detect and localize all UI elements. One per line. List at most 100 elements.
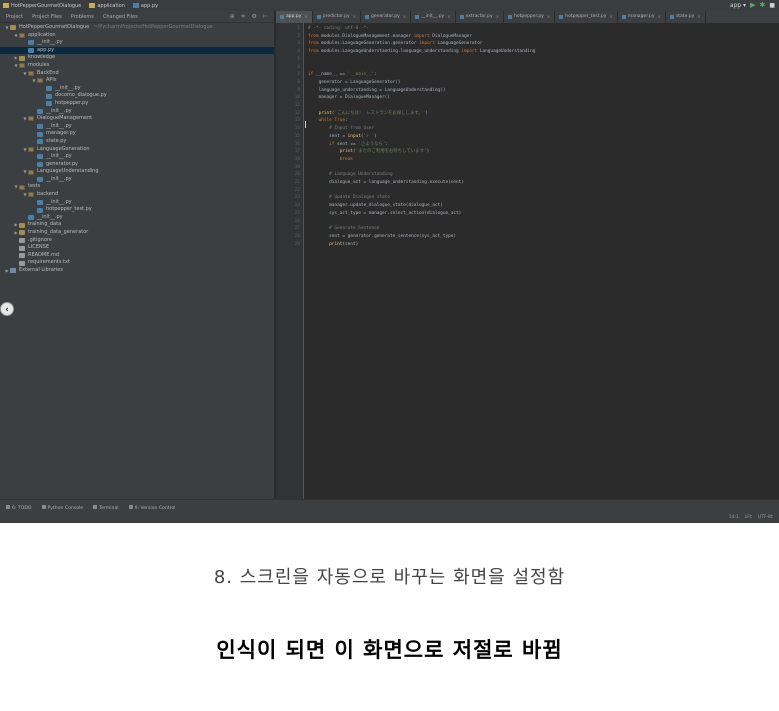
code-line[interactable]: 25 sys_act_type = manager.select_action(… xyxy=(295,210,774,218)
code-line[interactable]: 4 from modules.LanguageUnderstanding.lang… xyxy=(297,48,774,56)
tree-item[interactable]: ▶ External Libraries xyxy=(0,267,274,275)
close-icon[interactable]: × xyxy=(609,11,612,23)
code-area[interactable]: 1 # -*- coding: utf-8 -*- 2 from modules.Di… xyxy=(295,23,779,499)
tree-item[interactable]: state.py xyxy=(0,138,274,146)
tab-project-files[interactable]: Project Files xyxy=(32,14,62,20)
code-line[interactable]: 7 if __name__ == '__main__': xyxy=(297,71,774,79)
editor-tab[interactable]: __init__.py × xyxy=(411,11,456,23)
editor-tab[interactable]: hotpepper_test.py × xyxy=(555,11,618,23)
editor-tab[interactable]: app.py × xyxy=(276,11,313,23)
code-line[interactable]: 19 xyxy=(295,164,774,172)
code-line[interactable]: 5 xyxy=(297,56,774,64)
code-line[interactable]: 10 manager = DialogueManager() xyxy=(295,94,774,102)
code-line[interactable]: 8 generator = LanguageGenerator() xyxy=(297,79,774,87)
bug-icon[interactable]: ✱ xyxy=(759,1,765,9)
run-config-select[interactable]: app ▾ xyxy=(730,2,746,9)
tree-item[interactable]: ▼ HotPepperGourmetDialogue ~/PycharmProjec… xyxy=(0,24,274,32)
close-icon[interactable]: × xyxy=(304,11,307,23)
code-line[interactable]: 20 # Language Understanding xyxy=(295,171,774,179)
tree-item[interactable]: ▶ training_data_generator xyxy=(0,229,274,237)
code-line[interactable]: 21 dialogue_act = language_understanding… xyxy=(295,179,774,187)
close-icon[interactable]: × xyxy=(658,11,661,23)
tree-item[interactable]: ▼ BackEnd xyxy=(0,70,274,78)
editor-tab[interactable]: manager.py × xyxy=(618,11,666,23)
tab-project[interactable]: Project xyxy=(6,14,23,20)
code-line[interactable]: 1 # -*- coding: utf-8 -*- xyxy=(297,25,774,33)
tree-item[interactable]: app.py xyxy=(0,46,274,55)
editor-tab[interactable]: extractor.py × xyxy=(456,11,505,23)
editor-tab[interactable]: generator.py × xyxy=(361,11,412,23)
code-line[interactable]: 15 sent = input('> ') xyxy=(295,133,774,141)
code-line[interactable]: 3 from modules.LanguageGeneration.generat… xyxy=(297,40,774,48)
tree-item[interactable]: ▼ modules xyxy=(0,62,274,70)
code-line[interactable]: 26 xyxy=(295,218,774,226)
code-line[interactable]: 24 manager.update_dialogue_state(dialogu… xyxy=(295,202,774,210)
code-line[interactable]: 2 from modules.DialogueManagement.manager… xyxy=(297,33,774,41)
stop-icon[interactable]: ■ xyxy=(769,2,775,9)
tree-item[interactable]: .gitignore xyxy=(0,237,274,245)
tree-item[interactable]: ▼ backend xyxy=(0,191,274,199)
tree-item[interactable]: __init__.py xyxy=(0,123,274,131)
python-console-tool-button[interactable]: Python Console xyxy=(41,505,83,511)
tree-item[interactable]: ▼ APIs xyxy=(0,77,274,85)
code-line[interactable]: 17 print('またのご利用をお待ちしています') xyxy=(295,148,774,156)
code-line[interactable]: 12 print('こんにちは！ レストランをお探しします。') xyxy=(295,110,774,118)
file-encoding[interactable]: UTF-8‡ xyxy=(758,515,773,520)
tree-item[interactable]: __init__.py xyxy=(0,108,274,116)
tree-item[interactable]: requirements.txt xyxy=(0,259,274,267)
tree-item[interactable]: __init__.py xyxy=(0,85,274,93)
code-line[interactable]: 11 xyxy=(295,102,774,110)
tree-item[interactable]: __init__.py xyxy=(0,199,274,207)
close-icon[interactable]: × xyxy=(447,11,450,23)
cursor-position[interactable]: 14:1 xyxy=(729,515,739,520)
tree-item[interactable]: docomo_dialogue.py xyxy=(0,92,274,100)
tree-item[interactable]: __init__.py xyxy=(0,39,274,47)
breadcrumb-file[interactable]: app.py xyxy=(132,3,158,9)
terminal-tool-button[interactable]: Terminal xyxy=(93,505,119,511)
tree-item[interactable]: ▼ LanguageUnderstanding xyxy=(0,168,274,176)
tab-problems[interactable]: Problems xyxy=(71,14,94,20)
play-icon[interactable]: ▶ xyxy=(750,1,755,9)
code-line[interactable]: 13 while True: xyxy=(295,117,774,125)
editor-tab[interactable]: hotpepper.py × xyxy=(504,11,556,23)
code-line[interactable]: 16 if sent == 'さようなら': xyxy=(295,141,774,149)
tree-item[interactable]: README.md xyxy=(0,252,274,260)
tree-item[interactable]: hotpepper_test.py xyxy=(0,206,274,214)
tree-item[interactable]: __init__.py xyxy=(0,153,274,161)
tree-item[interactable]: hotpepper.py xyxy=(0,100,274,108)
code-line[interactable]: 29 print(sent) xyxy=(295,241,774,249)
tree-item[interactable]: ▼ tests xyxy=(0,183,274,191)
close-icon[interactable]: × xyxy=(353,11,356,23)
chevron-left-icon[interactable]: ‹ xyxy=(0,302,14,316)
tree-item[interactable]: ▼ DialogueManagement xyxy=(0,115,274,123)
tree-item[interactable]: LICENSE xyxy=(0,244,274,252)
breadcrumb-project[interactable]: HotPepperGourmetDialogue xyxy=(3,3,81,9)
close-icon[interactable]: × xyxy=(547,11,550,23)
code-line[interactable]: 9 language_understanding = LanguageUnder… xyxy=(297,87,774,95)
tree-item[interactable]: __init__.py xyxy=(0,214,274,222)
panel-tools-icons[interactable]: ⊕ ≑ ⚙ ⊢ xyxy=(230,13,270,20)
tree-item[interactable]: ▼ LanguageGeneration xyxy=(0,146,274,154)
line-separator[interactable]: LF‡ xyxy=(745,515,752,520)
code-line[interactable]: 6 xyxy=(297,64,774,72)
code-line[interactable]: 14 # Input from User xyxy=(295,125,774,133)
editor-tab[interactable]: predictor.py × xyxy=(313,11,362,23)
version-control-tool-button[interactable]: 9: Version Control xyxy=(128,505,175,511)
code-line[interactable]: 28 sent = generator.generate_sentence(sy… xyxy=(295,233,774,241)
tab-changed-files[interactable]: Changed Files xyxy=(103,14,138,20)
tree-item[interactable]: generator.py xyxy=(0,161,274,169)
tree-item[interactable]: manager.py xyxy=(0,130,274,138)
close-icon[interactable]: × xyxy=(697,11,700,23)
close-icon[interactable]: × xyxy=(403,11,406,23)
code-line[interactable]: 23 # Update Dialogue state xyxy=(295,194,774,202)
tree-item[interactable]: __init__.py xyxy=(0,176,274,184)
todo-tool-button[interactable]: 6: TODO xyxy=(6,505,32,511)
code-line[interactable]: 22 xyxy=(295,187,774,195)
close-icon[interactable]: × xyxy=(496,11,499,23)
code-line[interactable]: 18 break xyxy=(295,156,774,164)
tree-item[interactable]: ▶ knowledge xyxy=(0,54,274,62)
tree-item[interactable]: ▶ training_data xyxy=(0,221,274,229)
editor-tab[interactable]: state.py × xyxy=(666,11,706,23)
code-line[interactable]: 27 # Generate Sentence xyxy=(295,225,774,233)
breadcrumb-folder[interactable]: application xyxy=(89,3,125,9)
